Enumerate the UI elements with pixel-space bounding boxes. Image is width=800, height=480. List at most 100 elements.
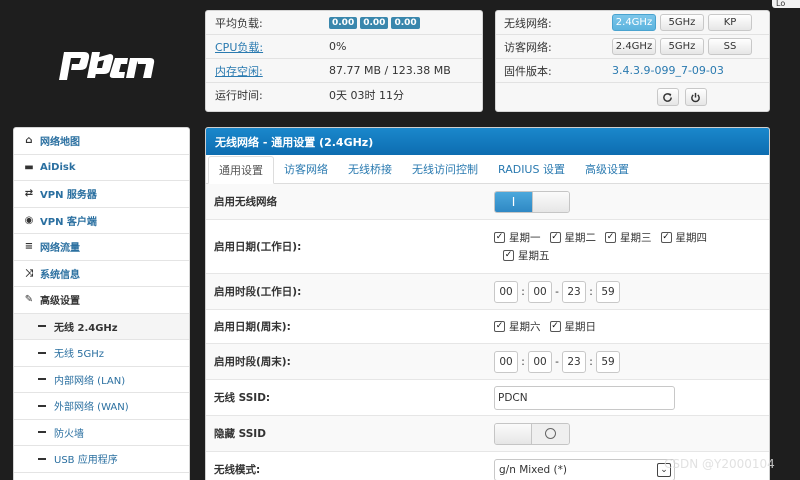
enable-wireless-toggle[interactable]: I <box>494 190 570 213</box>
guest-ss-button[interactable]: SS <box>708 38 752 55</box>
check-icon: ✓ <box>494 321 505 332</box>
sidebar-item-label: VPN 服务器 <box>40 190 97 202</box>
checkbox-thursday[interactable]: ✓ 星期四 <box>660 230 708 245</box>
load-badge-1: 0.00 <box>329 16 358 29</box>
tab-radius[interactable]: RADIUS 设置 <box>488 155 575 183</box>
sidebar-nav: ⌂ 网络地图 ▬ AiDisk ⇄ VPN 服务器 ◉ VPN 客户端 ≡ 网络… <box>13 127 190 480</box>
check-icon: ✓ <box>660 232 672 243</box>
wireless-mode-label: 无线模式: <box>214 464 261 476</box>
tab-advanced[interactable]: 高级设置 <box>575 155 639 183</box>
guest-row: 访客网络: 2.4GHz 5GHz SS <box>496 35 769 59</box>
weekday-start-hour-input[interactable]: 00 <box>494 280 518 303</box>
load-badge-2: 0.00 <box>360 16 389 29</box>
weekday-time-label: 启用时段(工作日): <box>214 286 302 298</box>
tab-guest[interactable]: 访客网络 <box>274 155 338 183</box>
sidebar-subitem-usb[interactable]: USB 应用程序 <box>14 446 189 473</box>
check-icon: ✓ <box>549 232 561 243</box>
check-icon: ✓ <box>549 321 561 332</box>
sidebar-item-system-info[interactable]: ⤨ 系统信息 <box>14 261 189 287</box>
weekend-time-label: 启用时段(周末): <box>214 356 291 368</box>
hide-ssid-label: 隐藏 SSID <box>214 428 266 440</box>
memory-link[interactable]: 内存空闲: <box>215 63 329 79</box>
cpu-row: CPU负载: 0% <box>206 35 482 59</box>
weekday-start-minute-input[interactable]: 00 <box>528 280 552 303</box>
ssid-label: 无线 SSID: <box>214 392 271 404</box>
sidebar-subitem-label: USB 应用程序 <box>54 455 118 467</box>
pdcn-logo <box>59 52 155 80</box>
hdd-icon: ▬ <box>24 161 34 173</box>
refresh-icon <box>663 92 672 102</box>
sidebar-item-vpn-server[interactable]: ⇄ VPN 服务器 <box>14 181 189 208</box>
sidebar-subitem-wan[interactable]: 外部网络 (WAN) <box>14 393 189 420</box>
sidebar-item-vpn-client[interactable]: ◉ VPN 客户端 <box>14 208 189 234</box>
wireless-5g-button[interactable]: 5GHz <box>660 14 704 31</box>
minus-icon <box>38 404 46 407</box>
wrench-icon: ✎ <box>24 294 34 306</box>
guest-2g-button[interactable]: 2.4GHz <box>612 38 656 55</box>
tab-general[interactable]: 通用设置 <box>208 156 274 184</box>
tab-bridge[interactable]: 无线桥接 <box>338 155 402 183</box>
checkbox-label: 星期四 <box>675 232 708 244</box>
login-button[interactable]: Lo <box>772 0 800 8</box>
sidebar-item-label: 系统信息 <box>40 269 80 281</box>
wireless-mode-select[interactable]: g/n Mixed (*) ⌄ <box>494 458 675 480</box>
cpu-value: 0% <box>329 40 347 53</box>
checkbox-tuesday[interactable]: ✓ 星期二 <box>549 230 596 245</box>
firmware-label: 固件版本: <box>504 64 552 78</box>
hide-ssid-toggle[interactable] <box>494 422 570 445</box>
checkbox-label: 星期六 <box>509 321 541 333</box>
wireless-mode-value: g/n Mixed (*) <box>499 463 567 476</box>
sidebar-subitem-label: 无线 2.4GHz <box>54 322 118 334</box>
wireless-kp-button[interactable]: KP <box>708 14 752 31</box>
sidebar-item-label: 网络地图 <box>40 137 80 149</box>
weekday-end-hour-input[interactable]: 23 <box>562 280 586 303</box>
enable-wireless-row: 启用无线网络 I <box>206 184 769 220</box>
sidebar-item-network-map[interactable]: ⌂ 网络地图 <box>14 128 189 155</box>
firmware-link[interactable]: 3.4.3.9-099_7-09-03 <box>612 64 724 77</box>
tab-access-control[interactable]: 无线访问控制 <box>402 155 488 183</box>
sidebar-subitem-firewall[interactable]: 防火墙 <box>14 420 189 446</box>
minus-icon <box>38 325 46 328</box>
weekend-days-label: 启用日期(周末): <box>214 321 291 333</box>
weekend-days-row: 启用日期(周末): ✓ 星期六 ✓ 星期日 <box>206 310 769 344</box>
weekend-start-hour-input[interactable]: 00 <box>494 350 518 373</box>
weekend-start-minute-input[interactable]: 00 <box>528 350 552 373</box>
weekday-days-row: 启用日期(工作日): ✓ 星期一 ✓ 星期二 ✓ 星期三 ✓ 星期四 ✓ 星期五 <box>206 220 769 274</box>
weekday-end-minute-input[interactable]: 59 <box>596 280 620 303</box>
enable-wireless-label: 启用无线网络 <box>214 196 277 208</box>
watermark: CSDN @Y2000104 <box>664 457 775 471</box>
cpu-link[interactable]: CPU负载: <box>215 39 329 55</box>
sidebar-subitem-label: 内部网络 (LAN) <box>54 375 126 387</box>
sidebar-item-traffic[interactable]: ≡ 网络流量 <box>14 234 189 261</box>
sidebar-subitem-label: 无线 5GHz <box>54 349 105 361</box>
wireless-settings-panel: 无线网络 - 通用设置 (2.4GHz) 通用设置 访客网络 无线桥接 无线访问… <box>205 127 770 480</box>
check-icon: ✓ <box>605 232 616 243</box>
load-badge-3: 0.00 <box>391 16 420 29</box>
toggle-on-knob: I <box>495 191 532 212</box>
power-button[interactable] <box>684 88 707 106</box>
firmware-row: 固件版本: 3.4.3.9-099_7-09-03 <box>496 59 769 83</box>
weekend-end-minute-input[interactable]: 59 <box>596 350 620 373</box>
checkbox-label: 星期一 <box>509 232 541 244</box>
guest-5g-button[interactable]: 5GHz <box>660 38 704 55</box>
sidebar-subitem-lan[interactable]: 内部网络 (LAN) <box>14 367 189 393</box>
sidebar-subitem-wireless-24[interactable]: 无线 2.4GHz <box>14 313 189 340</box>
wireless-2g-button[interactable]: 2.4GHz <box>612 14 656 31</box>
wireless-label: 无线网络: <box>504 16 552 30</box>
wireless-status-panel: 无线网络: 2.4GHz 5GHz KP 访客网络: 2.4GHz 5GHz S… <box>495 10 770 112</box>
shuffle-icon: ⤨ <box>25 267 33 279</box>
list-icon: ≡ <box>24 241 34 253</box>
checkbox-saturday[interactable]: ✓ 星期六 <box>494 319 541 334</box>
sidebar-item-aidisk[interactable]: ▬ AiDisk <box>14 155 189 181</box>
checkbox-monday[interactable]: ✓ 星期一 <box>494 230 541 245</box>
checkbox-sunday[interactable]: ✓ 星期日 <box>549 319 596 334</box>
sidebar-item-label: AiDisk <box>40 161 76 173</box>
ssid-input[interactable]: PDCN <box>494 385 675 410</box>
sidebar-item-advanced[interactable]: ✎ 高级设置 <box>14 287 189 314</box>
sidebar-item-label: 高级设置 <box>40 296 80 308</box>
refresh-button[interactable] <box>656 88 679 106</box>
checkbox-wednesday[interactable]: ✓ 星期三 <box>605 230 652 245</box>
weekend-end-hour-input[interactable]: 23 <box>562 350 586 373</box>
checkbox-friday[interactable]: ✓ 星期五 <box>503 248 550 263</box>
sidebar-subitem-wireless-5[interactable]: 无线 5GHz <box>14 340 189 367</box>
